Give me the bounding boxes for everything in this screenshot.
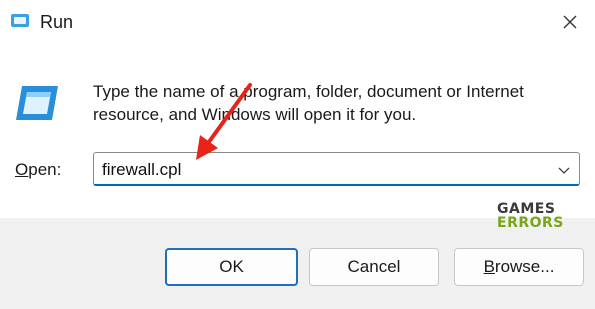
description-line-1: Type the name of a program, folder, docu… [93,82,524,101]
close-icon [563,15,577,29]
run-dialog-icon [11,14,29,27]
ok-button[interactable]: OK [165,248,298,286]
browse-button[interactable]: Browse... [454,248,584,286]
open-label-rest: pen: [28,160,62,179]
description-text: Type the name of a program, folder, docu… [93,80,573,126]
cancel-button[interactable]: Cancel [309,248,439,286]
watermark-logo: GAMES ERRORS [497,202,564,230]
open-input-value[interactable]: firewall.cpl [102,160,181,180]
watermark-line-2: ERRORS [497,215,564,231]
description-line-2: resource, and Windows will open it for y… [93,105,417,124]
close-button[interactable] [553,6,587,38]
open-combobox[interactable]: firewall.cpl [93,152,580,186]
watermark-line-1: GAMES [497,201,556,217]
open-label: Open: [15,160,61,180]
window-title: Run [40,12,74,32]
title-bar: Run [0,0,595,44]
browse-accesskey: B [483,257,495,276]
chevron-down-icon[interactable] [557,163,571,177]
run-dialog-icon-large [16,86,58,120]
browse-label-rest: rowse... [494,257,555,276]
open-label-accesskey: O [15,160,29,179]
